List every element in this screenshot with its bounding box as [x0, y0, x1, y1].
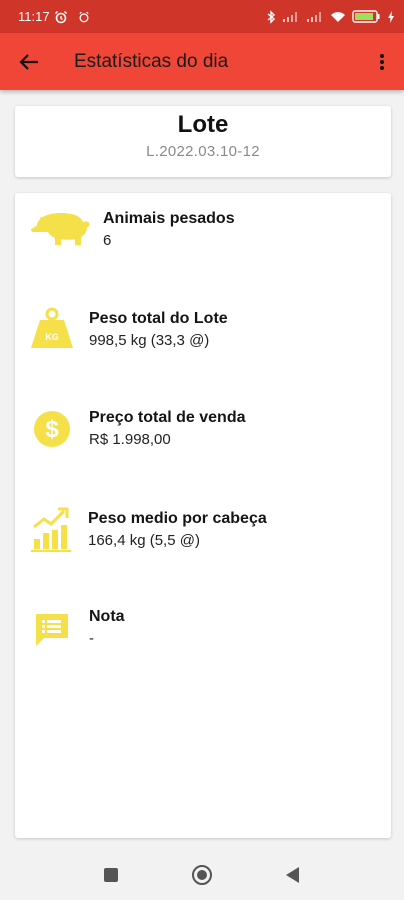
growth-chart-icon: [29, 504, 73, 554]
square-icon: [104, 868, 118, 882]
status-bar: 11:17 80: [0, 0, 404, 33]
triangle-back-icon: [286, 867, 300, 883]
stat-row-nota: Nota -: [15, 606, 391, 666]
back-button[interactable]: [0, 33, 58, 90]
stat-value: 998,5 kg (33,3 @): [89, 332, 210, 349]
svg-text:KG: KG: [45, 332, 59, 342]
stat-label: Animais pesados: [103, 210, 235, 227]
page-title: Estatísticas do dia: [74, 50, 229, 72]
stat-value: 6: [103, 232, 112, 249]
battery-icon: [352, 10, 382, 23]
stat-value: R$ 1.998,00: [89, 431, 171, 448]
alarm-icon: [54, 10, 68, 24]
signal-2-icon: [306, 11, 324, 23]
stat-label: Peso medio por cabeça: [88, 510, 267, 527]
bluetooth-icon: [266, 9, 276, 24]
pig-icon: [29, 207, 91, 247]
nav-back-button[interactable]: [280, 862, 306, 888]
note-message-icon: [32, 610, 72, 650]
more-vert-icon: [379, 53, 385, 71]
circle-icon: [191, 864, 213, 886]
dollar-coin-icon: $: [32, 409, 72, 449]
stat-label: Peso total do Lote: [89, 310, 228, 327]
recents-button[interactable]: [98, 862, 124, 888]
status-time: 11:17: [18, 9, 50, 24]
wifi-icon: [330, 11, 346, 23]
stat-value: -: [89, 630, 94, 647]
arrow-left-icon: [19, 53, 39, 71]
stat-label: Nota: [89, 608, 125, 625]
charging-icon: [388, 10, 394, 23]
lote-title: Lote: [177, 111, 229, 138]
stat-row-preco: $ Preço total de venda R$ 1.998,00: [15, 406, 391, 466]
alarm-clock-icon: [78, 11, 90, 23]
kg-weight-icon: KG: [29, 306, 75, 350]
more-options-button[interactable]: [360, 33, 404, 90]
stat-row-peso-total: KG Peso total do Lote 998,5 kg (33,3 @): [15, 306, 391, 366]
stat-row-animais: Animais pesados 6: [15, 207, 391, 267]
lote-code: L.2022.03.10-12: [146, 143, 260, 160]
system-nav-bar: [0, 850, 404, 900]
svg-text:$: $: [45, 416, 59, 443]
stat-label: Preço total de venda: [89, 409, 246, 426]
stat-value: 166,4 kg (5,5 @): [88, 532, 200, 549]
lote-card: Lote L.2022.03.10-12: [15, 106, 391, 177]
home-button[interactable]: [189, 862, 215, 888]
app-bar: Estatísticas do dia: [0, 33, 404, 90]
stats-card: Animais pesados 6 KG Peso total do Lote …: [15, 193, 391, 838]
stat-row-peso-medio: Peso medio por cabeça 166,4 kg (5,5 @): [15, 504, 391, 564]
signal-icon: [282, 11, 300, 23]
